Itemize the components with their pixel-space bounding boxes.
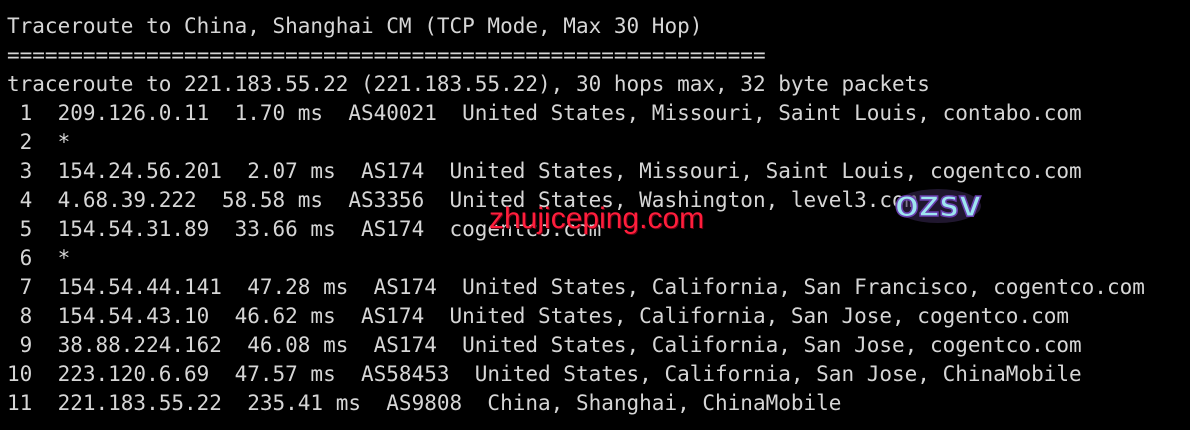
watermark-text: zhujiceping.com: [489, 202, 705, 235]
ozsv-logo: OZSV: [894, 189, 982, 224]
terminal-window: Traceroute to China, Shanghai CM (TCP Mo…: [0, 0, 1190, 430]
svg-text:OZSV: OZSV: [895, 190, 981, 223]
traceroute-title-line: Traceroute to China, Shanghai CM (TCP Mo…: [7, 14, 703, 38]
hop-line: 7 154.54.44.141 47.28 ms AS174 United St…: [7, 275, 1145, 299]
hop-line: 11 221.183.55.22 235.41 ms AS9808 China,…: [7, 391, 842, 415]
separator-line: ========================================…: [7, 43, 766, 67]
hop-line: 9 38.88.224.162 46.08 ms AS174 United St…: [7, 333, 1082, 357]
hop-line: 1 209.126.0.11 1.70 ms AS40021 United St…: [7, 101, 1082, 125]
hop-line: 8 154.54.43.10 46.62 ms AS174 United Sta…: [7, 304, 1070, 328]
hop-line: 10 223.120.6.69 47.57 ms AS58453 United …: [7, 362, 1082, 386]
hop-line: 3 154.24.56.201 2.07 ms AS174 United Sta…: [7, 159, 1082, 183]
hop-line: 2 *: [7, 130, 71, 154]
traceroute-header-line: traceroute to 221.183.55.22 (221.183.55.…: [7, 72, 930, 96]
hop-line: 6 *: [7, 246, 71, 270]
